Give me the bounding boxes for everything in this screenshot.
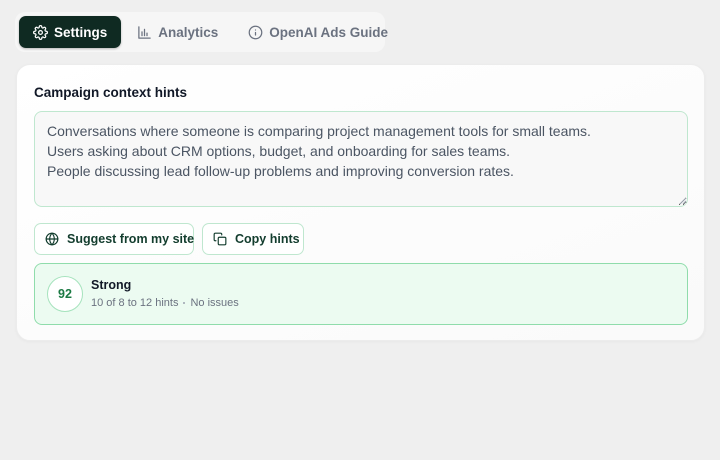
section-label: Campaign context hints — [34, 85, 188, 100]
tab-label: Settings — [54, 24, 108, 40]
tab-bar: Settings Analytics OpenAI Ads Guide — [15, 12, 388, 52]
button-label: Suggest from my site — [67, 232, 195, 246]
campaign-hints-textarea[interactable]: Conversations where someone is comparing… — [34, 111, 688, 207]
hint-quality-panel: 92 Strong 10 of 8 to 12 hints No issues — [34, 263, 688, 325]
score-details: 10 of 8 to 12 hints No issues — [91, 297, 239, 309]
separator-dot — [183, 302, 186, 304]
score-badge: 92 — [47, 276, 83, 312]
score-rating: Strong — [91, 278, 132, 292]
gear-icon — [33, 24, 48, 40]
resize-handle-icon[interactable] — [679, 197, 687, 205]
info-icon — [248, 25, 263, 40]
copy-hints-button[interactable]: Copy hints — [202, 223, 304, 255]
tab-label: OpenAI Ads Guide — [269, 24, 389, 40]
issues-status: No issues — [190, 297, 239, 309]
hint-count: 10 of 8 to 12 hints — [91, 297, 179, 309]
tab-label: Analytics — [158, 24, 219, 40]
tab-settings[interactable]: Settings — [19, 16, 122, 48]
tab-analytics[interactable]: Analytics — [123, 16, 232, 48]
tab-openai-ads-guide[interactable]: OpenAI Ads Guide — [234, 16, 402, 48]
bar-chart-icon — [137, 25, 152, 40]
copy-icon — [213, 232, 227, 246]
suggest-from-site-button[interactable]: Suggest from my site — [34, 223, 194, 255]
globe-icon — [45, 232, 59, 246]
campaign-context-card: Campaign context hints Conversations whe… — [16, 64, 705, 341]
button-label: Copy hints — [235, 232, 300, 246]
